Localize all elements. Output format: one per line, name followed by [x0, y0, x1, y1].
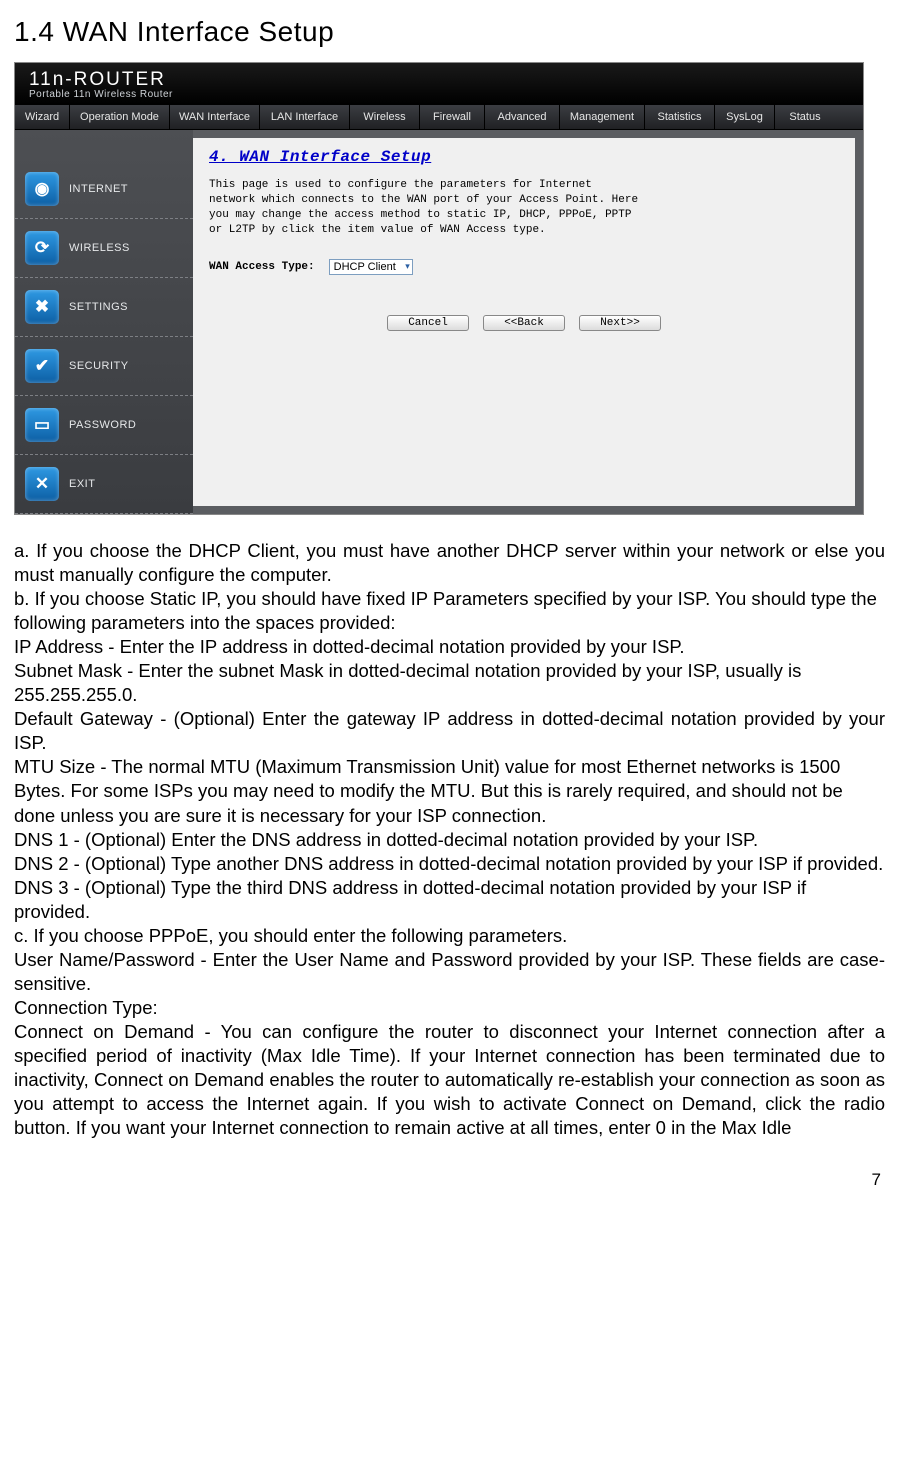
router-ui-screenshot: 11n-ROUTER Portable 11n Wireless Router … [14, 62, 864, 515]
paragraph-dns2: DNS 2 - (Optional) Type another DNS addr… [14, 852, 885, 876]
paragraph-user: User Name/Password - Enter the User Name… [14, 948, 885, 996]
wan-access-type-value: DHCP Client [334, 261, 396, 273]
tab-wan-interface[interactable]: WAN Interface [170, 105, 260, 129]
tab-syslog[interactable]: SysLog [715, 105, 775, 129]
paragraph-demand: Connect on Demand - You can configure th… [14, 1020, 885, 1140]
paragraph-ip: IP Address - Enter the IP address in dot… [14, 635, 885, 659]
paragraph-dns3: DNS 3 - (Optional) Type the third DNS ad… [14, 876, 885, 924]
tab-lan-interface[interactable]: LAN Interface [260, 105, 350, 129]
exit-icon: ✕ [25, 467, 59, 501]
sidebar-item-label: SECURITY [69, 360, 129, 372]
sidebar-item-label: PASSWORD [69, 419, 136, 431]
tab-management[interactable]: Management [560, 105, 645, 129]
logo-subtitle: Portable 11n Wireless Router [29, 89, 849, 100]
wizard-step-heading: 4. WAN Interface Setup [209, 148, 839, 166]
next-button[interactable]: Next>> [579, 315, 661, 331]
tab-wizard[interactable]: Wizard [15, 105, 70, 129]
logo-main: 11n-ROUTER [29, 69, 849, 91]
wireless-icon: ⟳ [25, 231, 59, 265]
sidebar: ◉ INTERNET ⟳ WIRELESS ✖ SETTINGS ✔ SECURITY ▭ PAS… [15, 130, 193, 514]
tab-firewall[interactable]: Firewall [420, 105, 485, 129]
sidebar-item-label: WIRELESS [69, 242, 130, 254]
tab-wireless[interactable]: Wireless [350, 105, 420, 129]
paragraph-a: a. If you choose the DHCP Client, you mu… [14, 539, 885, 587]
wizard-button-row: Cancel <<Back Next>> [209, 315, 839, 331]
tab-advanced[interactable]: Advanced [485, 105, 560, 129]
sidebar-item-security[interactable]: ✔ SECURITY [15, 337, 193, 396]
paragraph-b: b. If you choose Static IP, you should h… [14, 587, 885, 635]
tab-operation-mode[interactable]: Operation Mode [70, 105, 170, 129]
internet-icon: ◉ [25, 172, 59, 206]
wan-access-type-select[interactable]: DHCP Client ▾ [329, 259, 413, 275]
paragraph-gateway: Default Gateway - (Optional) Enter the g… [14, 707, 885, 755]
back-button[interactable]: <<Back [483, 315, 565, 331]
wizard-content-pane: 4. WAN Interface Setup This page is used… [193, 138, 855, 506]
tab-status[interactable]: Status [775, 105, 835, 129]
chevron-down-icon: ▾ [405, 261, 410, 272]
page-number: 7 [10, 1170, 881, 1190]
paragraph-subnet: Subnet Mask - Enter the subnet Mask in d… [14, 659, 885, 707]
wan-access-type-label: WAN Access Type: [209, 261, 315, 273]
password-icon: ▭ [25, 408, 59, 442]
wizard-step-description: This page is used to configure the param… [209, 178, 639, 237]
sidebar-item-label: INTERNET [69, 183, 128, 195]
paragraph-conntype: Connection Type: [14, 996, 885, 1020]
section-heading: 1.4 WAN Interface Setup [14, 16, 889, 48]
settings-icon: ✖ [25, 290, 59, 324]
document-body-text: a. If you choose the DHCP Client, you mu… [14, 539, 885, 1140]
top-tab-bar: WizardOperation ModeWAN InterfaceLAN Int… [15, 104, 863, 130]
sidebar-item-label: SETTINGS [69, 301, 128, 313]
cancel-button[interactable]: Cancel [387, 315, 469, 331]
security-icon: ✔ [25, 349, 59, 383]
router-header: 11n-ROUTER Portable 11n Wireless Router [15, 63, 863, 104]
router-body: ◉ INTERNET ⟳ WIRELESS ✖ SETTINGS ✔ SECURITY ▭ PAS… [15, 130, 863, 514]
paragraph-mtu: MTU Size - The normal MTU (Maximum Trans… [14, 755, 885, 827]
wan-access-type-row: WAN Access Type: DHCP Client ▾ [209, 259, 839, 275]
sidebar-item-password[interactable]: ▭ PASSWORD [15, 396, 193, 455]
sidebar-item-exit[interactable]: ✕ EXIT [15, 455, 193, 514]
tab-statistics[interactable]: Statistics [645, 105, 715, 129]
router-logo: 11n-ROUTER Portable 11n Wireless Router [29, 69, 849, 100]
paragraph-c: c. If you choose PPPoE, you should enter… [14, 924, 885, 948]
sidebar-item-wireless[interactable]: ⟳ WIRELESS [15, 219, 193, 278]
sidebar-item-internet[interactable]: ◉ INTERNET [15, 160, 193, 219]
sidebar-item-label: EXIT [69, 478, 95, 490]
sidebar-item-settings[interactable]: ✖ SETTINGS [15, 278, 193, 337]
paragraph-dns1: DNS 1 - (Optional) Enter the DNS address… [14, 828, 885, 852]
